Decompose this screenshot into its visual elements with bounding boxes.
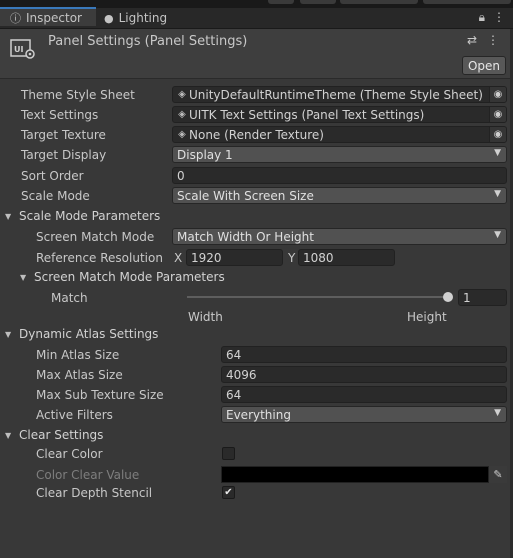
dropdown-arrow-icon: ▼ (494, 230, 501, 240)
toolbar-segment (300, 0, 336, 4)
match-slider-track[interactable] (187, 296, 451, 298)
match-label: Match (51, 291, 88, 305)
target-display-dropdown[interactable]: Display 1 ▼ (172, 146, 507, 163)
tab-lighting[interactable]: ● Lighting (104, 8, 167, 28)
target-display-value: Display 1 (177, 147, 233, 162)
lightbulb-icon: ● (104, 11, 114, 25)
screen-match-mode-value: Match Width Or Height (177, 229, 314, 244)
svg-text:UI: UI (14, 45, 23, 54)
scale-mode-value: Scale With Screen Size (177, 188, 314, 203)
menu-icon[interactable]: ⋮ (493, 10, 505, 25)
more-icon[interactable]: ⋮ (487, 33, 499, 47)
target-display-label: Target Display (21, 148, 107, 162)
screen-match-mode-parameters-foldout[interactable]: ▼ Screen Match Mode Parameters (20, 270, 225, 284)
width-label: Width (188, 310, 223, 324)
scale-mode-parameters-foldout[interactable]: ▼ Scale Mode Parameters (5, 209, 160, 223)
tab-label: Lighting (118, 11, 168, 25)
expanded-triangle-icon: ▼ (5, 430, 12, 440)
active-filters-value: Everything (226, 407, 291, 422)
sort-order-label: Sort Order (21, 169, 84, 183)
match-value-input[interactable]: 1 (458, 289, 507, 306)
reference-resolution-x-input[interactable]: 1920 (186, 249, 283, 266)
text-settings-field[interactable]: ◈ UITK Text Settings (Panel Text Setting… (172, 106, 507, 123)
expanded-triangle-icon: ▼ (5, 211, 12, 221)
active-filters-label: Active Filters (36, 408, 113, 422)
dropdown-arrow-icon: ▼ (494, 189, 501, 199)
reference-resolution-label: Reference Resolution (36, 251, 163, 265)
height-label: Height (407, 310, 447, 324)
object-picker-icon[interactable]: ◉ (489, 107, 506, 122)
foldout-label: Screen Match Mode Parameters (34, 270, 225, 284)
expanded-triangle-icon: ▼ (20, 272, 27, 282)
reference-resolution-y-input[interactable]: 1080 (298, 249, 395, 266)
min-atlas-size-input[interactable]: 64 (221, 346, 507, 363)
clear-color-checkbox[interactable] (222, 447, 235, 460)
settings-sliders-icon[interactable]: ⇄ (467, 33, 477, 47)
max-atlas-size-label: Max Atlas Size (36, 368, 123, 382)
foldout-label: Clear Settings (19, 428, 104, 442)
target-texture-field[interactable]: ◈ None (Render Texture) ◉ (172, 126, 507, 143)
target-texture-value: None (Render Texture) (189, 127, 324, 142)
foldout-label: Scale Mode Parameters (19, 209, 161, 223)
theme-style-sheet-value: UnityDefaultRuntimeTheme (Theme Style Sh… (189, 87, 483, 102)
clear-settings-foldout[interactable]: ▼ Clear Settings (5, 428, 103, 442)
info-icon: ⓘ (10, 11, 21, 25)
color-clear-value-swatch[interactable] (221, 466, 489, 483)
text-settings-value: UITK Text Settings (Panel Text Settings) (189, 107, 425, 122)
scale-mode-label: Scale Mode (21, 189, 90, 203)
theme-style-sheet-field[interactable]: ◈ UnityDefaultRuntimeTheme (Theme Style … (172, 86, 507, 103)
tab-inspector[interactable]: ⓘ Inspector (0, 7, 96, 26)
dropdown-arrow-icon: ▼ (494, 408, 501, 418)
max-sub-texture-size-label: Max Sub Texture Size (36, 388, 164, 402)
component-header: UI Panel Settings (Panel Settings) ⇄ ⋮ O… (0, 29, 513, 79)
toolbar-segment (340, 0, 418, 4)
expanded-triangle-icon: ▼ (5, 329, 12, 339)
asset-icon: ◈ (178, 89, 186, 100)
color-clear-value-label: Color Clear Value (36, 468, 140, 482)
ui-toolkit-settings-icon: UI (10, 39, 35, 59)
clear-depth-stencil-label: Clear Depth Stencil (36, 486, 153, 500)
target-texture-label: Target Texture (21, 128, 106, 142)
screen-match-mode-dropdown[interactable]: Match Width Or Height ▼ (172, 228, 507, 245)
text-settings-label: Text Settings (21, 108, 99, 122)
max-atlas-size-input[interactable]: 4096 (221, 366, 507, 383)
eyedropper-icon[interactable]: ✎ (489, 466, 507, 483)
toolbar-segment (268, 0, 294, 4)
dynamic-atlas-settings-foldout[interactable]: ▼ Dynamic Atlas Settings (5, 327, 158, 341)
render-texture-icon: ◈ (178, 129, 186, 140)
clear-depth-stencil-checkbox[interactable]: ✔ (222, 486, 235, 499)
component-title: Panel Settings (Panel Settings) (48, 34, 248, 49)
toolbar-segment (423, 0, 511, 4)
match-slider-thumb[interactable] (443, 292, 453, 302)
x-label: X (174, 251, 183, 265)
y-label: Y (288, 251, 296, 265)
tab-label: Inspector (26, 10, 82, 25)
max-sub-texture-size-input[interactable]: 64 (221, 386, 507, 403)
object-picker-icon[interactable]: ◉ (489, 127, 506, 142)
screen-match-mode-label: Screen Match Mode (36, 230, 155, 244)
sort-order-input[interactable]: 0 (172, 167, 507, 184)
open-button[interactable]: Open (462, 56, 506, 75)
min-atlas-size-label: Min Atlas Size (36, 348, 120, 362)
active-filters-dropdown[interactable]: Everything ▼ (221, 406, 507, 423)
theme-style-sheet-label: Theme Style Sheet (21, 88, 135, 102)
lock-icon[interactable]: 🔒︎ (479, 10, 485, 25)
tab-bar: ⓘ Inspector ● Lighting 🔒︎ ⋮ (0, 7, 513, 29)
checkmark-icon: ✔ (224, 486, 233, 498)
clear-color-label: Clear Color (36, 447, 103, 461)
dropdown-arrow-icon: ▼ (494, 148, 501, 158)
object-picker-icon[interactable]: ◉ (489, 87, 506, 102)
scale-mode-dropdown[interactable]: Scale With Screen Size ▼ (172, 187, 507, 204)
asset-icon: ◈ (178, 109, 186, 120)
foldout-label: Dynamic Atlas Settings (19, 327, 159, 341)
